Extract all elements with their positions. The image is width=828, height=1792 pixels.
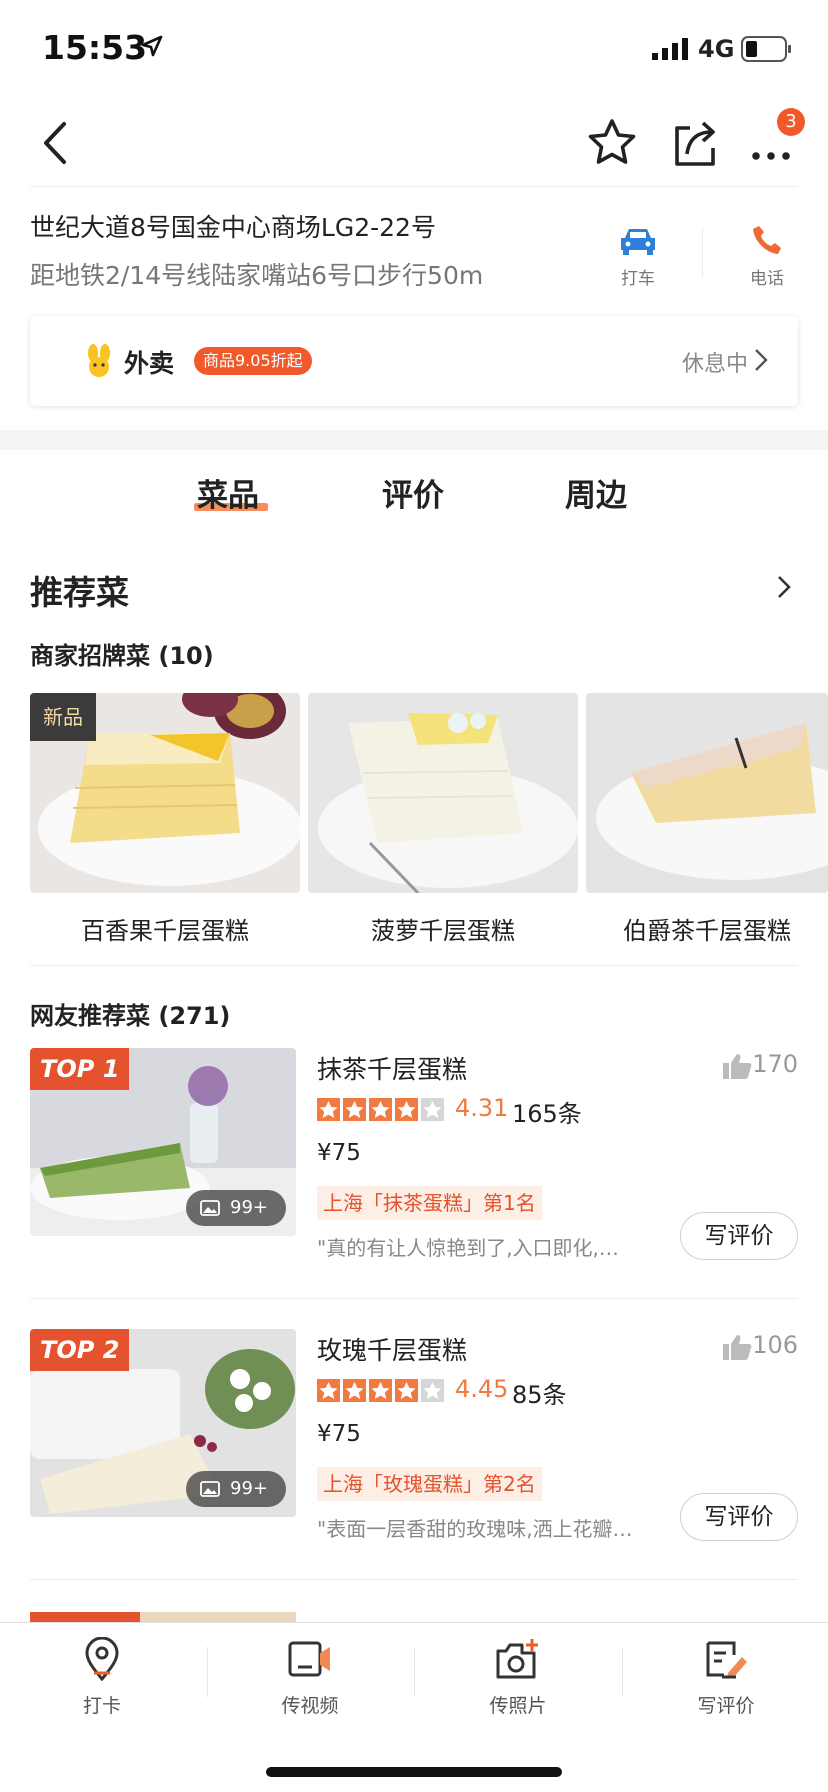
divider [30,1298,798,1299]
top-rank-tag: TOP 1 [30,1048,130,1090]
photo-count-badge[interactable]: 99+ [186,1190,286,1226]
checkin-label: 打卡 [82,1695,121,1717]
dish-name: 百香果千层蛋糕 [81,917,249,945]
thumbs-up-icon[interactable] [722,1052,752,1080]
photo-count-badge[interactable]: 99+ [186,1471,286,1507]
dish-name: 菠萝千层蛋糕 [371,917,515,945]
taxi-label: 打车 [621,269,655,289]
phone-button[interactable]: 电话 [735,224,799,289]
signature-header: 商家招牌菜 (10) [30,642,214,670]
upload-video-button[interactable]: 传视频 [250,1637,370,1718]
user-recommend-header: 网友推荐菜 (271) [30,1002,231,1030]
status-bar: 15:53 4G [0,0,828,100]
review-quote: "表面一层香甜的玫瑰味,洒上花瓣… [317,1517,633,1541]
location-pin-icon [85,1636,119,1682]
divider [30,186,798,187]
dish-name: 玫瑰千层蛋糕 [317,1336,468,1365]
takeaway-promo-badge: 商品9.05折起 [194,347,312,375]
taxi-button[interactable]: 打车 [606,226,670,289]
signature-dish[interactable]: 伯爵茶千层蛋糕 [586,693,828,946]
dish-image: 新品 [30,693,300,893]
chevron-right-icon[interactable] [776,574,792,600]
tab-reviews[interactable]: 评价 [382,470,444,515]
upload-video-label: 传视频 [281,1695,339,1717]
takeaway-mascot-icon [88,344,110,377]
network-type: 4G [698,35,735,63]
divider [30,965,798,966]
thumbs-up-icon[interactable] [722,1333,752,1361]
top-rank-tag: TOP 2 [30,1329,130,1371]
signature-dish[interactable]: 新品 百香果千层蛋糕 [30,693,300,946]
home-indicator [266,1767,562,1777]
recommend-item[interactable]: TOP 2 99+ 玫瑰千层蛋糕 106 4.45 85条 ¥75 上海「玫瑰蛋… [30,1329,798,1541]
car-icon [621,229,655,255]
back-icon[interactable] [36,118,76,168]
price: ¥75 [317,1140,361,1166]
takeaway-name: 外卖 [124,349,175,378]
divider [622,1647,623,1697]
write-review-button[interactable]: 写评价 [680,1493,798,1541]
tab-dishes[interactable]: 菜品 [197,470,259,515]
rating-stars [317,1098,444,1121]
ranking-badge[interactable]: 上海「玫瑰蛋糕」第2名 [317,1467,542,1501]
write-review-button[interactable]: 写评价 [680,1212,798,1260]
rating-stars [317,1379,444,1402]
recommend-item[interactable]: TOP 1 99+ 抹茶千层蛋糕 170 4.31 165条 ¥75 上海「抹茶… [30,1048,798,1260]
tab-nearby[interactable]: 周边 [565,470,627,515]
dish-image: TOP 2 99+ [30,1329,296,1517]
chevron-right-icon [755,349,768,371]
new-tag: 新品 [30,693,96,741]
dish-image [308,693,578,893]
metro-distance: 距地铁2/14号线陆家嘴站6号口步行50m [30,261,484,290]
favorite-star-icon[interactable] [585,116,639,170]
review-count: 85条 [512,1381,567,1409]
photo-count: 99+ [230,1478,268,1499]
status-time: 15:53 [42,28,148,67]
like-count: 170 [752,1050,798,1078]
image-icon [200,1200,220,1216]
review-count: 165条 [512,1100,582,1128]
rating-score: 4.31 [455,1094,509,1122]
video-upload-icon [288,1641,330,1677]
dish-name: 抹茶千层蛋糕 [317,1055,468,1084]
divider [207,1647,208,1697]
share-icon[interactable] [670,116,720,170]
checkin-button[interactable]: 打卡 [42,1636,162,1718]
dish-image: TOP 1 99+ [30,1048,296,1236]
navbar: 3 [0,100,828,186]
write-review-icon [706,1641,747,1679]
takeaway-status: 休息中 [681,352,748,377]
divider [702,228,703,278]
bottom-action-bar: 打卡 传视频 传照片 写评价 [0,1622,828,1792]
price: ¥75 [317,1421,361,1447]
ranking-badge[interactable]: 上海「抹茶蛋糕」第1名 [317,1186,542,1220]
location-arrow-icon [141,35,163,57]
camera-upload-icon [496,1639,538,1679]
photo-count: 99+ [230,1197,268,1218]
image-icon [200,1481,220,1497]
section-title: 推荐菜 [30,573,129,612]
signal-icon [652,38,688,60]
phone-label: 电话 [750,269,784,289]
dish-image [586,693,828,893]
section-gap [0,430,828,450]
phone-icon [753,226,781,254]
upload-photo-button[interactable]: 传照片 [458,1637,578,1718]
upload-photo-label: 传照片 [489,1695,547,1717]
takeaway-card[interactable]: 外卖 商品9.05折起 休息中 [30,316,798,406]
like-count: 106 [752,1331,798,1359]
write-review-label: 写评价 [697,1695,755,1717]
dish-name: 伯爵茶千层蛋糕 [623,917,791,945]
battery-icon [741,36,791,62]
divider [414,1647,415,1697]
more-badge: 3 [777,108,805,136]
rating-score: 4.45 [455,1375,509,1403]
write-review-action[interactable]: 写评价 [666,1637,786,1718]
signature-dish[interactable]: 菠萝千层蛋糕 [308,693,578,946]
shop-address[interactable]: 世纪大道8号国金中心商场LG2-22号 [30,208,436,244]
divider [30,1579,798,1580]
review-quote: "真的有让人惊艳到了,入口即化,… [317,1236,619,1260]
